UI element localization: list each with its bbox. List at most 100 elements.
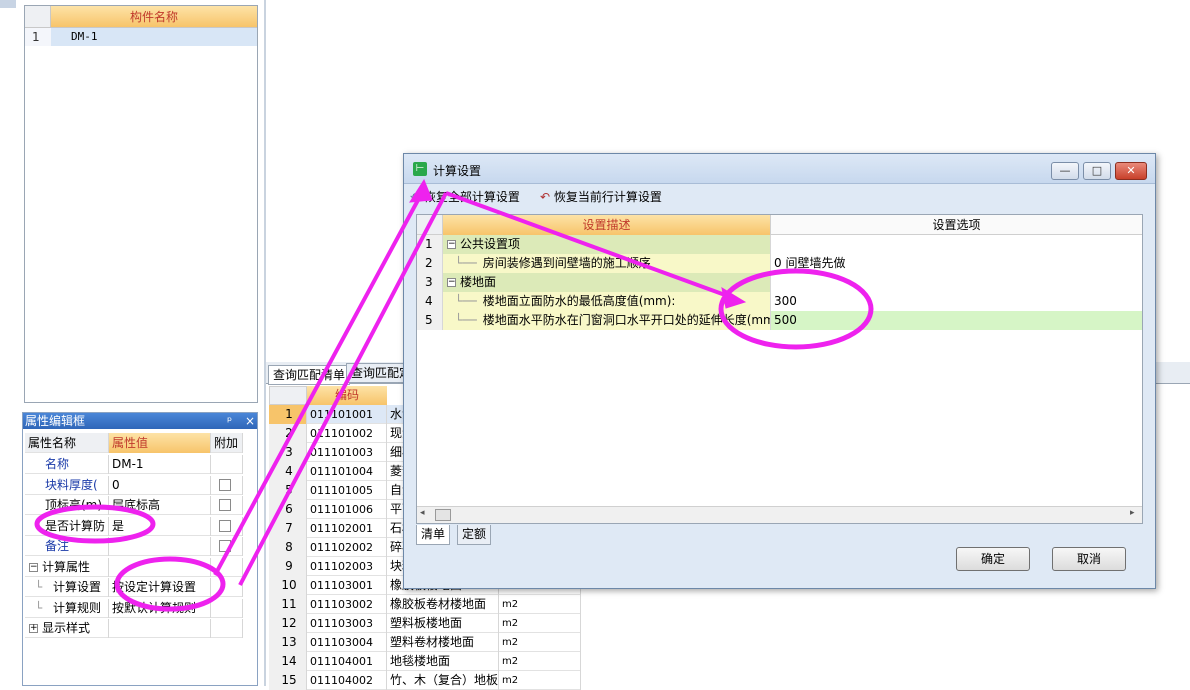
row-number: 8 [269,538,307,557]
tree-collapse-icon[interactable]: − [447,240,456,249]
component-name-header[interactable]: 构件名称 [51,6,257,28]
close-icon[interactable]: ✕ [1115,162,1147,180]
code-cell: 011101004 [307,462,387,481]
component-name: DM-1 [71,30,98,43]
table-row[interactable]: 15 011104002 竹、木（复合）地板 m2 [269,671,581,690]
setting-description: └── 房间装修遇到间壁墙的施工顺序 [443,254,771,273]
scroll-thumb[interactable] [435,509,451,521]
row-number: 15 [269,671,307,690]
row-number-header [25,6,51,28]
property-value[interactable] [109,557,211,577]
tree-toggle-icon[interactable]: + [29,624,38,633]
code-column-header[interactable]: 编码 [307,386,387,405]
property-value[interactable]: 0 [109,475,211,495]
property-extra [211,496,243,515]
property-name-text: 名称 [45,457,70,471]
setting-option[interactable]: 0 间壁墙先做 [771,254,1142,273]
restore-all-button[interactable]: ↶ 恢复全部计算设置 [410,188,520,205]
unit-cell: m2 [499,652,581,671]
setting-description: └── 楼地面立面防水的最低高度值(mm): [443,292,771,311]
restore-current-label: 恢复当前行计算设置 [553,190,662,204]
property-value[interactable]: DM-1 [109,455,211,474]
property-row[interactable]: + 显示样式 [25,619,243,638]
cancel-button[interactable]: 取消 [1052,547,1126,571]
code-cell: 011102003 [307,557,387,576]
property-extra-checkbox[interactable] [219,478,231,491]
property-name-text: 计算规则 [53,600,102,615]
property-value[interactable]: 按设定计算设置 [109,578,211,597]
row-number: 5 [269,481,307,500]
table-row[interactable]: 13 011103004 塑料卷材楼地面 m2 [269,633,581,652]
settings-rows: 1− 公共设置项 2 └── 房间装修遇到间壁墙的施工顺序 0 间壁墙先做 3− 楼地面 4 └─… [417,235,1142,335]
setting-row[interactable]: 4 └── 楼地面立面防水的最低高度值(mm): 300 [417,292,1142,311]
tab-bill[interactable]: 清单 [416,525,451,545]
setting-row[interactable]: 2 └── 房间装修遇到间壁墙的施工顺序 0 间壁墙先做 [417,254,1142,273]
setting-row[interactable]: 1− 公共设置项 [417,235,1142,254]
row-number: 10 [269,576,307,595]
property-name-text: 显示样式 [42,621,91,635]
horizontal-scrollbar[interactable]: ◂ ▸ [417,506,1142,523]
property-row[interactable]: └ 计算规则 按默认计算规则 [25,598,243,618]
tree-toggle-icon[interactable]: − [29,562,38,572]
property-value[interactable]: 按默认计算规则 [109,598,211,618]
scroll-right-icon[interactable]: ▸ [1130,508,1135,518]
property-row[interactable]: 名称 DM-1 [25,455,243,474]
row-number: 1 [269,405,307,424]
property-row[interactable]: − 计算属性 [25,557,243,577]
property-extra-checkbox[interactable] [219,519,231,532]
property-value[interactable] [109,537,211,556]
property-row[interactable]: 备注 [25,537,243,556]
property-extra [211,619,243,638]
minimize-icon[interactable]: — [1051,162,1079,180]
property-editor-panel: 属性编辑框 ᵖ × 属性名称 属性值 附加 名称 DM-1 块料厚度(0 顶标高(m) 层底标… [22,412,258,686]
property-name-text: 是否计算防 [45,518,106,533]
close-icon[interactable]: × [245,413,255,429]
unit-cell: m2 [499,614,581,633]
property-name-header: 属性名称 [25,433,109,453]
row-number: 2 [269,424,307,443]
component-row[interactable]: 1 DM-1 [25,28,257,46]
row-number: 11 [269,595,307,614]
setting-option[interactable]: 500 [771,311,1142,330]
code-cell: 011101005 [307,481,387,500]
property-name: 块料厚度( [25,475,109,495]
property-row[interactable]: └ 计算设置 按设定计算设置 [25,578,243,597]
property-name: 是否计算防 [25,516,109,536]
maximize-icon[interactable]: □ [1083,162,1111,180]
table-row[interactable]: 12 011103003 塑料板楼地面 m2 [269,614,581,633]
tab-query-bill[interactable]: 查询匹配清单 [268,365,351,385]
setting-row[interactable]: 5 └── 楼地面水平防水在门窗洞口水平开口处的延伸长度(mm): 500 [417,311,1142,330]
restore-current-button[interactable]: ↶ 恢复当前行计算设置 [540,188,662,205]
table-row[interactable]: 11 011103002 橡胶板卷材楼地面 m2 [269,595,581,614]
property-extra-checkbox[interactable] [219,499,231,511]
table-row[interactable]: 14 011104001 地毯楼地面 m2 [269,652,581,671]
setting-option[interactable] [771,273,1142,292]
property-row[interactable]: 块料厚度(0 [25,475,243,495]
property-extra [211,475,243,495]
app-icon: ⊢ [413,162,427,176]
property-value[interactable]: 是 [109,516,211,536]
property-value[interactable]: 层底标高 [109,496,211,515]
pin-icon[interactable]: ᵖ [227,413,232,429]
property-extra-checkbox[interactable] [219,540,231,552]
setting-description-header[interactable]: 设置描述 [443,215,771,235]
property-extra [211,455,243,474]
setting-group-label: 公共设置项 [460,237,521,251]
property-row[interactable]: 是否计算防是 [25,516,243,536]
property-row[interactable]: 顶标高(m) 层底标高 [25,496,243,515]
row-number: 3 [417,273,443,292]
property-extra [211,537,243,556]
setting-option[interactable]: 300 [771,292,1142,311]
tree-line: └── [455,256,477,270]
setting-option[interactable] [771,235,1142,254]
property-value[interactable] [109,619,211,638]
tree-collapse-icon[interactable]: − [447,278,456,287]
setting-row[interactable]: 3− 楼地面 [417,273,1142,292]
row-number: 7 [269,519,307,538]
scroll-left-icon[interactable]: ◂ [420,508,425,518]
code-cell: 011103003 [307,614,387,633]
ok-button[interactable]: 确定 [956,547,1030,571]
setting-option-header[interactable]: 设置选项 [771,215,1142,235]
tab-quota[interactable]: 定额 [457,525,492,545]
row-number: 4 [417,292,443,311]
